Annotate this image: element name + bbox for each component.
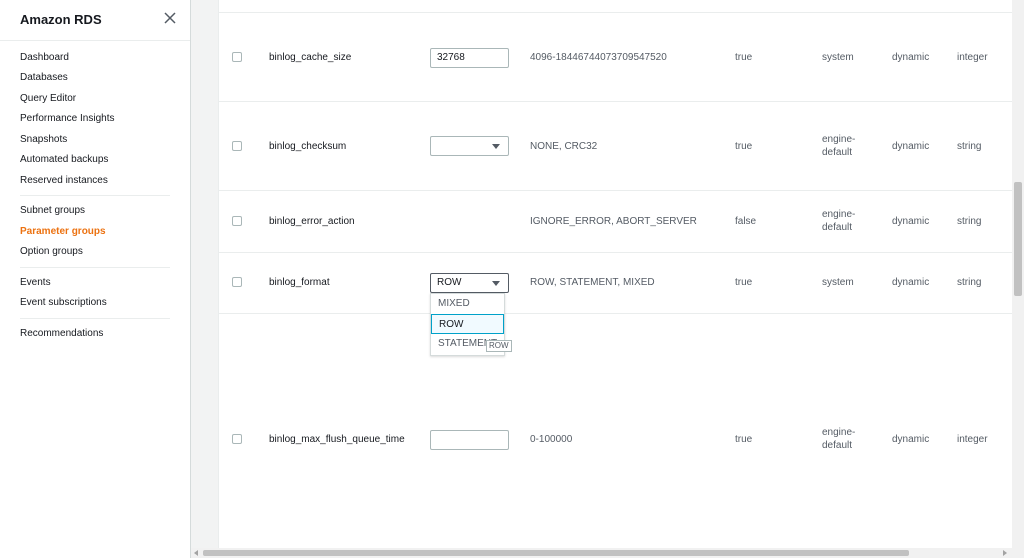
param-apply-type: dynamic — [892, 277, 930, 288]
param-data-type: string — [957, 216, 982, 227]
parameters-table: binlog_cache_size 32768 4096-18446744073… — [219, 0, 1012, 548]
param-allowed-values: 0-100000 — [530, 434, 573, 445]
sidebar-item-events[interactable]: Events — [20, 276, 51, 290]
sidebar-item-reserved-instances[interactable]: Reserved instances — [20, 174, 108, 188]
row-checkbox[interactable] — [232, 52, 242, 62]
sidebar-divider — [20, 318, 170, 319]
sidebar-item-snapshots[interactable]: Snapshots — [20, 133, 67, 147]
table-row: binlog_checksum NONE, CRC32 true engine-… — [219, 102, 1012, 191]
param-source: system — [822, 277, 854, 288]
param-allowed-values: NONE, CRC32 — [530, 141, 598, 152]
param-value-input[interactable]: 32768 — [430, 48, 509, 68]
app-title: Amazon RDS — [20, 12, 102, 27]
param-data-type: string — [957, 141, 982, 152]
param-allowed-values: 4096-18446744073709547520 — [530, 52, 667, 63]
sidebar-item-recommendations[interactable]: Recommendations — [20, 327, 103, 341]
param-apply-type: dynamic — [892, 52, 930, 63]
table-row — [219, 0, 1012, 13]
select-value: ROW — [437, 277, 462, 288]
param-source: engine-default — [822, 427, 856, 451]
sidebar-item-parameter-groups[interactable]: Parameter groups — [20, 225, 106, 239]
param-allowed-values: ROW, STATEMENT, MIXED — [530, 277, 655, 288]
sidebar-item-automated-backups[interactable]: Automated backups — [20, 153, 108, 167]
caret-down-icon — [492, 281, 500, 286]
row-checkbox[interactable] — [232, 216, 242, 226]
param-modifiable: false — [735, 216, 757, 227]
close-icon[interactable] — [162, 10, 178, 26]
sidebar-header: Amazon RDS — [0, 0, 190, 41]
param-value-input[interactable] — [430, 430, 509, 450]
param-apply-type: dynamic — [892, 434, 930, 445]
param-apply-type: dynamic — [892, 141, 930, 152]
param-name: binlog_checksum — [269, 141, 347, 152]
param-modifiable: true — [735, 277, 753, 288]
dropdown-option-mixed[interactable]: MIXED — [431, 294, 504, 314]
param-name: binlog_max_flush_queue_time — [269, 434, 405, 445]
param-source: engine-default — [822, 209, 856, 233]
param-modifiable: true — [735, 434, 753, 445]
row-checkbox[interactable] — [232, 434, 242, 444]
table-row: binlog_max_flush_queue_time 0-100000 tru… — [219, 314, 1012, 548]
param-name: binlog_format — [269, 277, 330, 288]
option-tooltip: ROW — [486, 340, 512, 352]
sidebar-divider — [20, 195, 170, 196]
param-modifiable: true — [735, 141, 753, 152]
sidebar-item-performance-insights[interactable]: Performance Insights — [20, 112, 115, 126]
param-data-type: integer — [957, 434, 988, 445]
table-row: binlog_error_action IGNORE_ERROR, ABORT_… — [219, 191, 1012, 253]
sidebar-item-databases[interactable]: Databases — [20, 71, 68, 85]
param-data-type: integer — [957, 52, 988, 63]
param-data-type: string — [957, 277, 982, 288]
sidebar-item-query-editor[interactable]: Query Editor — [20, 92, 76, 106]
row-checkbox[interactable] — [232, 141, 242, 151]
param-source: engine-default — [822, 134, 856, 158]
param-value-select[interactable]: ROW — [430, 273, 509, 293]
table-row: binlog_format ROW ROW, STATEMENT, MIXED … — [219, 253, 1012, 314]
sidebar-divider — [20, 267, 170, 268]
param-source: system — [822, 52, 854, 63]
param-value-select[interactable] — [430, 136, 509, 156]
param-name: binlog_cache_size — [269, 52, 352, 63]
row-checkbox[interactable] — [232, 277, 242, 287]
vertical-scroll-thumb[interactable] — [1014, 182, 1022, 296]
sidebar-item-dashboard[interactable]: Dashboard — [20, 51, 69, 65]
param-modifiable: true — [735, 52, 753, 63]
sidebar-item-event-subscriptions[interactable]: Event subscriptions — [20, 296, 107, 310]
sidebar-item-subnet-groups[interactable]: Subnet groups — [20, 204, 85, 218]
horizontal-scrollbar[interactable] — [191, 548, 1024, 558]
vertical-scrollbar[interactable] — [1012, 0, 1024, 548]
param-allowed-values: IGNORE_ERROR, ABORT_SERVER — [530, 216, 697, 227]
dropdown-option-row[interactable]: ROW — [431, 314, 504, 334]
sidebar-item-option-groups[interactable]: Option groups — [20, 245, 83, 259]
horizontal-scroll-thumb[interactable] — [203, 550, 909, 556]
table-row: binlog_cache_size 32768 4096-18446744073… — [219, 13, 1012, 102]
param-apply-type: dynamic — [892, 216, 930, 227]
scroll-right-arrow-icon[interactable] — [1003, 550, 1007, 556]
scroll-left-arrow-icon[interactable] — [194, 550, 198, 556]
sidebar: Amazon RDS Dashboard Databases Query Edi… — [0, 0, 191, 558]
param-name: binlog_error_action — [269, 216, 355, 227]
caret-down-icon — [492, 144, 500, 149]
content-gutter — [191, 0, 219, 548]
